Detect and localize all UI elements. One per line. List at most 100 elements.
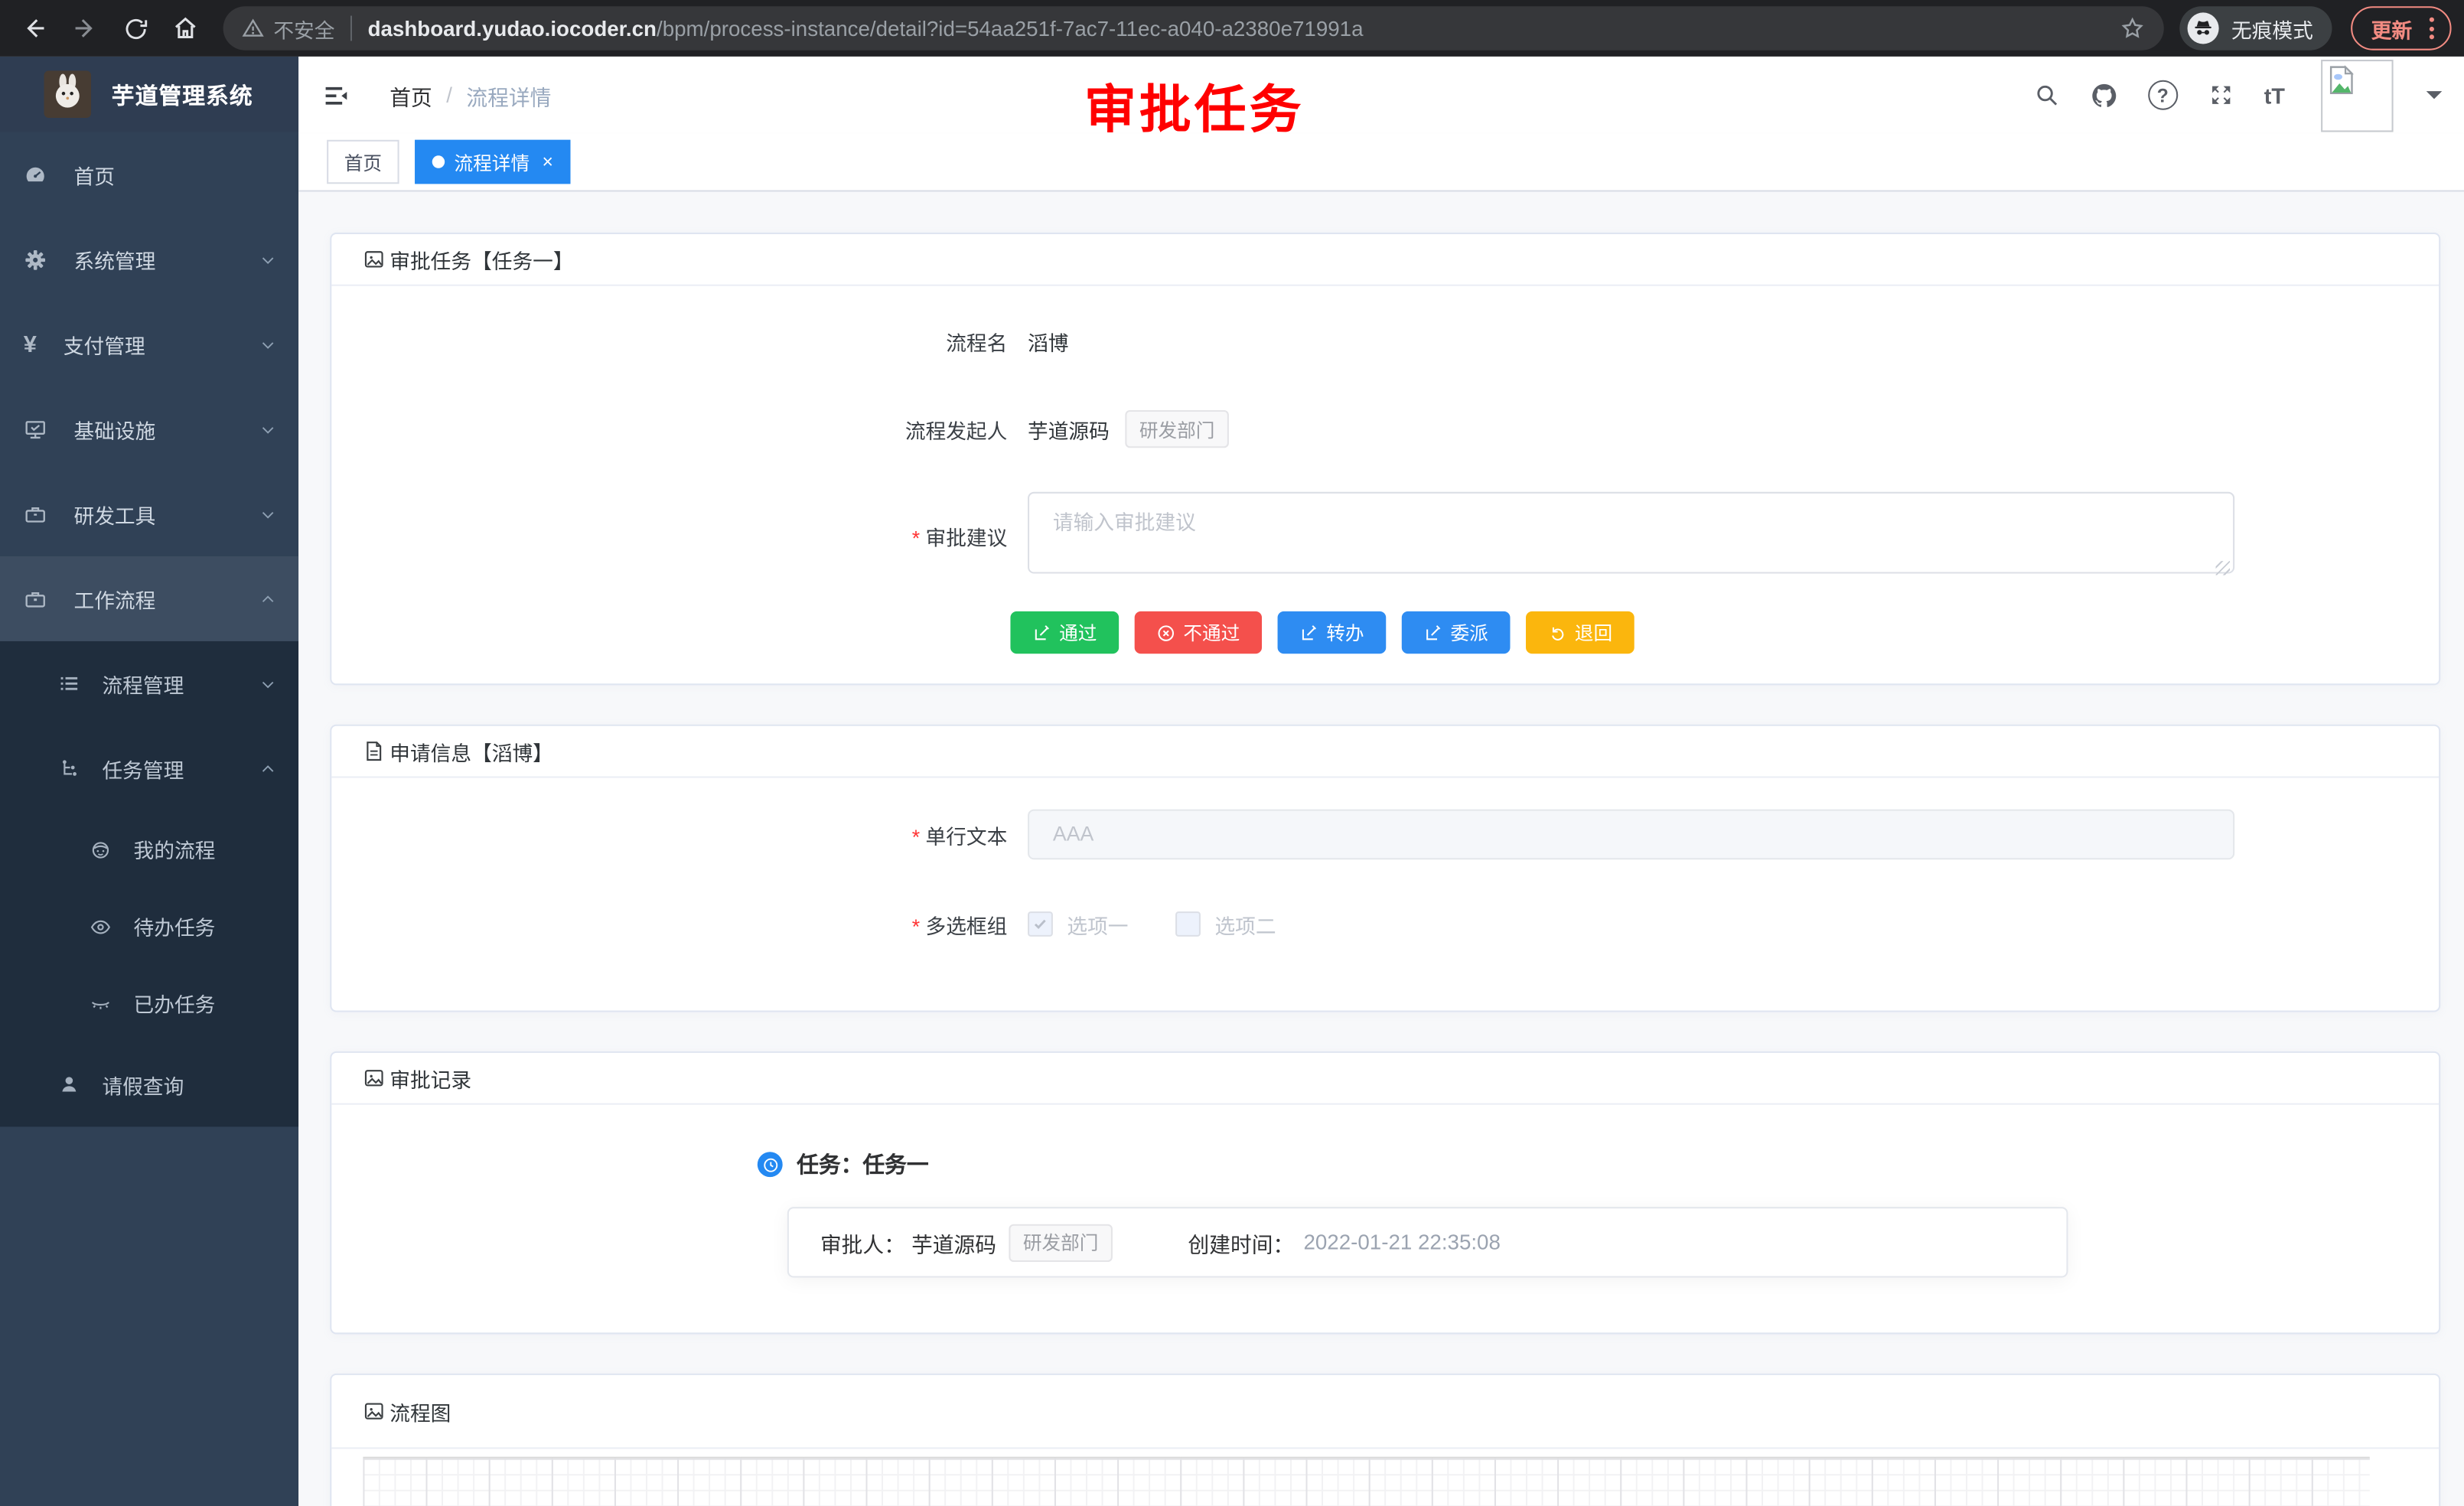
tab-label: 首页: [344, 148, 382, 175]
checkbox-option-1: 选项一: [1028, 909, 1128, 939]
security-chip[interactable]: 不安全: [242, 13, 334, 43]
clock-icon: [758, 1152, 783, 1177]
sidebar-item-label: 我的流程: [134, 834, 299, 864]
form-row-text: 单行文本 AAA: [855, 810, 2439, 860]
initiator-value: 芋道源码 研发部门: [1028, 410, 1229, 448]
security-label: 不安全: [273, 13, 334, 43]
circle-close-icon: [1156, 623, 1175, 642]
card-body: 任务：任务一 审批人： 芋道源码 研发部门 创建时间： 2022-01-21 2…: [331, 1105, 2439, 1333]
reload-icon[interactable]: [113, 6, 157, 50]
incognito-label: 无痕模式: [2231, 13, 2313, 43]
card-header: 申请信息【滔博】: [331, 726, 2439, 778]
tab-process-detail[interactable]: 流程详情 ×: [415, 140, 570, 184]
sidebar-item-devtools[interactable]: 研发工具: [0, 471, 298, 556]
sidebar-item-home[interactable]: 首页: [0, 132, 298, 217]
collapse-sidebar-icon[interactable]: [322, 81, 350, 109]
create-time-value: 2022-01-21 22:35:08: [1303, 1231, 1500, 1254]
github-icon[interactable]: [2090, 81, 2118, 109]
tab-home[interactable]: 首页: [327, 140, 399, 184]
field-label: 流程名: [855, 326, 1028, 356]
breadcrumb-home[interactable]: 首页: [389, 80, 432, 111]
undo-icon: [1548, 623, 1567, 642]
url-bar[interactable]: 不安全 dashboard.yudao.iocoder.cn/bpm/proce…: [223, 6, 2164, 50]
face-icon: [90, 839, 112, 861]
dept-tag: 研发部门: [1009, 1224, 1113, 1261]
sidebar-item-label: 请假查询: [102, 1069, 298, 1099]
yen-icon: ¥: [24, 331, 37, 357]
dept-tag: 研发部门: [1125, 410, 1229, 448]
picture-icon: [363, 1400, 385, 1423]
warning-icon: [242, 18, 264, 40]
approve-task-card: 审批任务【任务一】 流程名 滔博 流程发起人 芋道源码: [330, 233, 2440, 685]
bookmark-star-icon[interactable]: [2120, 16, 2145, 41]
process-name-value: 滔博: [1028, 326, 1068, 356]
sidebar-item-todo-tasks[interactable]: 待办任务: [0, 888, 298, 965]
transfer-button[interactable]: 转办: [1278, 611, 1387, 654]
divider: [350, 16, 352, 41]
edit-icon: [1032, 623, 1051, 642]
sidebar-item-my-process[interactable]: 我的流程: [0, 811, 298, 888]
return-button[interactable]: 退回: [1526, 611, 1635, 654]
sidebar-item-task-mgmt[interactable]: 任务管理: [0, 726, 298, 811]
delegate-button[interactable]: 委派: [1402, 611, 1511, 654]
checkbox-icon: [1175, 911, 1201, 937]
initiator-name: 芋道源码: [1028, 414, 1110, 444]
sidebar: 芋道管理系统 首页 系统管理 ¥ 支付管理: [0, 57, 298, 1506]
form-row-checkboxes: 多选框组 选项一 选项二: [855, 902, 2439, 947]
search-icon[interactable]: [2033, 82, 2060, 109]
bpmn-canvas[interactable]: [363, 1457, 2369, 1506]
sidebar-item-process-mgmt[interactable]: 流程管理: [0, 641, 298, 726]
annotation-text: 审批任务: [1084, 67, 1304, 143]
form-row-process-name: 流程名 滔博: [855, 319, 2439, 363]
home-icon[interactable]: [164, 6, 207, 50]
chevron-down-icon: [259, 675, 277, 693]
monitor-icon: [24, 417, 47, 441]
suggestion-textarea[interactable]: [1028, 491, 2234, 573]
browser-update-button[interactable]: 更新: [2351, 6, 2451, 50]
forward-icon[interactable]: [63, 6, 106, 50]
approve-button[interactable]: 通过: [1010, 611, 1119, 654]
checkbox-icon: [1028, 911, 1053, 937]
sidebar-item-system[interactable]: 系统管理: [0, 217, 298, 302]
org-tree-icon: [58, 758, 80, 780]
checkbox-label: 选项二: [1214, 909, 1276, 939]
close-icon[interactable]: ×: [543, 151, 553, 173]
process-diagram-card: 流程图: [330, 1374, 2440, 1506]
document-icon: [363, 740, 385, 762]
chevron-down-icon: [259, 335, 277, 353]
help-icon[interactable]: ?: [2148, 80, 2178, 110]
eye-open-icon: [90, 915, 112, 937]
briefcase-icon: [24, 587, 47, 611]
chevron-up-icon: [259, 590, 277, 608]
checkbox-label: 选项一: [1067, 909, 1128, 939]
sidebar-item-workflow[interactable]: 工作流程: [0, 556, 298, 641]
url-text: dashboard.yudao.iocoder.cn/bpm/process-i…: [368, 17, 2107, 41]
tab-label: 流程详情: [455, 148, 530, 175]
back-icon[interactable]: [12, 6, 56, 50]
url-domain: dashboard.yudao.iocoder.cn: [368, 17, 657, 41]
sidebar-item-done-tasks[interactable]: 已办任务: [0, 965, 298, 1042]
timeline-item: 任务：任务一: [758, 1149, 2407, 1180]
app-title: 芋道管理系统: [112, 78, 253, 111]
sidebar-item-pay[interactable]: ¥ 支付管理: [0, 302, 298, 386]
field-label: 审批建议: [855, 521, 1028, 551]
app-logo-block[interactable]: 芋道管理系统: [0, 57, 298, 132]
field-label: 多选框组: [855, 909, 1028, 939]
chevron-down-icon: [259, 505, 277, 523]
screen: 不安全 dashboard.yudao.iocoder.cn/bpm/proce…: [0, 0, 2464, 1506]
sidebar-menu: 首页 系统管理 ¥ 支付管理 基础设施: [0, 132, 298, 1506]
record-detail-card: 审批人： 芋道源码 研发部门 创建时间： 2022-01-21 22:35:08: [787, 1207, 2068, 1277]
create-time-label: 创建时间：: [1188, 1227, 1295, 1258]
font-size-icon[interactable]: tT: [2264, 83, 2285, 108]
avatar[interactable]: [2321, 59, 2393, 131]
sidebar-item-infra[interactable]: 基础设施: [0, 386, 298, 471]
dashboard-icon: [24, 163, 47, 187]
fullscreen-icon[interactable]: [2208, 82, 2234, 109]
reject-button[interactable]: 不通过: [1135, 611, 1262, 654]
browser-menu-icon[interactable]: [2423, 18, 2441, 40]
field-label: 流程发起人: [855, 414, 1028, 444]
sidebar-item-leave-query[interactable]: 请假查询: [0, 1042, 298, 1127]
sidebar-item-label: 已办任务: [134, 989, 299, 1019]
field-label: 单行文本: [855, 820, 1028, 849]
avatar-caret-icon[interactable]: [2427, 91, 2443, 107]
